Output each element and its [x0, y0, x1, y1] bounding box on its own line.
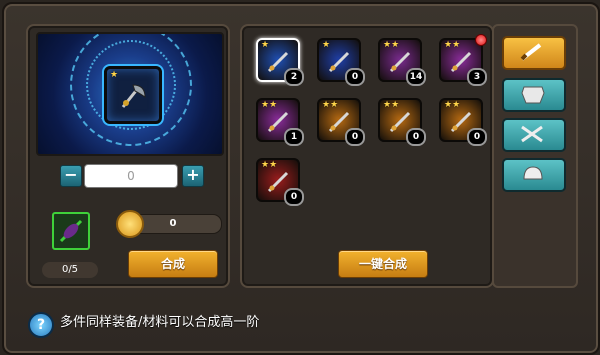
helmet-icon — [523, 166, 543, 180]
help-icon[interactable]: ? — [28, 312, 54, 338]
preview-area: ★ — [36, 32, 224, 156]
item-count-badge: 2 — [284, 68, 304, 86]
armor-icon — [521, 86, 545, 104]
material-slot[interactable] — [52, 212, 90, 250]
item-count-badge: 1 — [284, 128, 304, 146]
hint-text: 多件同样装备/材料可以合成高一阶 — [60, 315, 260, 330]
item-count-badge: 3 — [467, 68, 487, 86]
inventory-item-slot[interactable]: ★★ 0 — [317, 98, 365, 146]
increase-button[interactable]: + — [182, 165, 204, 187]
combine-button[interactable]: 合成 — [128, 250, 218, 278]
item-count-badge: 0 — [406, 128, 426, 146]
item-count-badge: 0 — [345, 68, 365, 86]
tab-helmets[interactable] — [502, 158, 566, 192]
target-item-slot[interactable]: ★ — [104, 66, 162, 124]
combine-all-button[interactable]: 一键合成 — [338, 250, 428, 278]
item-count-badge: 0 — [284, 188, 304, 206]
tab-weapons[interactable] — [502, 36, 566, 70]
decrease-button[interactable]: − — [60, 165, 82, 187]
alert-dot-icon — [475, 34, 487, 46]
inventory-item-slot[interactable]: ★★ 1 — [256, 98, 304, 146]
inventory-item-slot[interactable]: ★★ 0 — [256, 158, 304, 206]
axe-weapon-icon — [121, 84, 146, 108]
material-count: 0/5 — [42, 262, 98, 278]
inventory-item-slot[interactable]: ★★ 0 — [439, 98, 487, 146]
tab-armor[interactable] — [502, 78, 566, 112]
inventory-item-slot[interactable]: ★ 0 — [317, 38, 365, 86]
sword-icon — [520, 43, 542, 61]
item-count-badge: 0 — [345, 128, 365, 146]
tab-accessories[interactable] — [502, 118, 566, 152]
inventory-item-slot[interactable]: ★★ 3 — [439, 34, 487, 86]
inventory-item-slot[interactable]: ★★ 0 — [378, 98, 426, 146]
inventory-item-slot[interactable]: ★ 2 — [256, 38, 304, 86]
item-count-badge: 0 — [467, 128, 487, 146]
material-scroll-icon — [59, 219, 83, 243]
quantity-input[interactable]: 0 — [84, 164, 178, 188]
crossed-weapons-icon — [521, 125, 543, 143]
inventory-item-slot[interactable]: ★★ 14 — [378, 38, 426, 86]
item-count-badge: 14 — [406, 68, 426, 86]
coin-icon — [116, 210, 144, 238]
